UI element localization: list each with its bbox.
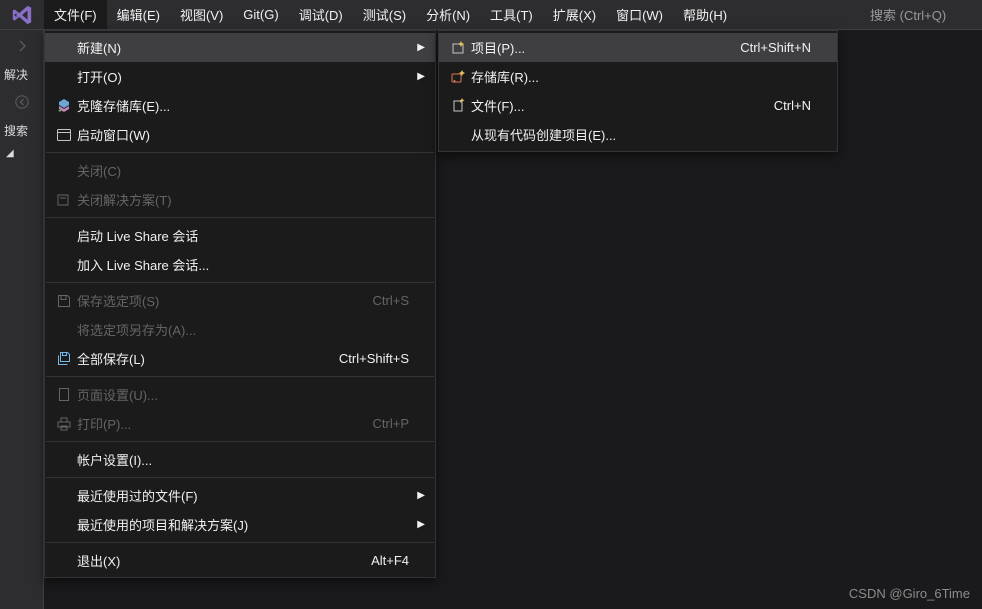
watermark-text: CSDN @Giro_6Time [849,586,970,601]
menuitem-open[interactable]: 打开(O) ▶ [45,62,435,91]
menuitem-label: 启动 Live Share 会话 [77,226,409,245]
menuitem-label: 存储库(R)... [471,67,811,86]
menu-analysis[interactable]: 分析(N) [416,0,480,29]
menuitem-label: 启动窗口(W) [77,125,409,144]
menuitem-recent-files[interactable]: 最近使用过的文件(F) ▶ [45,481,435,510]
menuitem-close-solution: 关闭解决方案(T) [45,185,435,214]
menuitem-page-setup: 页面设置(U)... [45,380,435,409]
menuitem-label: 克隆存储库(E)... [77,96,409,115]
menuitem-shortcut: Ctrl+P [373,416,409,431]
menuitem-label: 从现有代码创建项目(E)... [471,125,811,144]
menuitem-save-all[interactable]: 全部保存(L) Ctrl+Shift+S [45,344,435,373]
menu-separator [46,376,434,377]
menu-separator [46,542,434,543]
chevron-right-icon: ▶ [417,42,425,53]
menuitem-shortcut: Ctrl+S [373,293,409,308]
left-sidebar: 解决 搜索 ◢ [0,30,44,609]
menu-tools[interactable]: 工具(T) [480,0,543,29]
menuitem-close: 关闭(C) [45,156,435,185]
print-icon [51,416,77,432]
window-icon [51,127,77,143]
menuitem-account-settings[interactable]: 帐户设置(I)... [45,445,435,474]
new-repo-icon [445,69,471,85]
menuitem-shortcut: Alt+F4 [371,553,409,568]
menubar: 文件(F) 编辑(E) 视图(V) Git(G) 调试(D) 测试(S) 分析(… [0,0,982,30]
menu-window[interactable]: 窗口(W) [606,0,673,29]
menuitem-save-selected: 保存选定项(S) Ctrl+S [45,286,435,315]
menu-separator [46,152,434,153]
clone-icon [51,98,77,114]
menuitem-new[interactable]: 新建(N) ▶ [45,33,435,62]
menuitem-shortcut: Ctrl+Shift+N [740,40,811,55]
close-solution-icon [51,192,77,208]
menu-file[interactable]: 文件(F) [44,0,107,29]
menuitem-label: 最近使用过的文件(F) [77,486,409,505]
menu-debug[interactable]: 调试(D) [289,0,353,29]
menuitem-print: 打印(P)... Ctrl+P [45,409,435,438]
menu-separator [46,477,434,478]
menu-separator [46,217,434,218]
menu-help[interactable]: 帮助(H) [673,0,737,29]
collapse-triangle-icon[interactable]: ◢ [0,148,43,159]
search-input[interactable]: 搜索 (Ctrl+Q) [862,0,982,29]
chevron-right-icon: ▶ [417,490,425,501]
new-file-icon [445,98,471,114]
menuitem-label: 新建(N) [77,38,409,57]
menuitem-new-repo[interactable]: 存储库(R)... [439,62,837,91]
visual-studio-logo [0,0,44,29]
chevron-right-icon: ▶ [417,71,425,82]
sidebar-search-label[interactable]: 搜索 [0,116,43,144]
new-submenu: 项目(P)... Ctrl+Shift+N 存储库(R)... 文件(F)...… [438,30,838,152]
new-project-icon [445,40,471,56]
menuitem-start-window[interactable]: 启动窗口(W) [45,120,435,149]
menu-separator [46,282,434,283]
menuitem-label: 项目(P)... [471,38,716,57]
menuitem-label: 最近使用的项目和解决方案(J) [77,515,409,534]
menuitem-new-file[interactable]: 文件(F)... Ctrl+N [439,91,837,120]
nav-forward-icon[interactable] [14,32,30,60]
menuitem-label: 关闭解决方案(T) [77,190,409,209]
menuitem-label: 页面设置(U)... [77,385,409,404]
menu-git[interactable]: Git(G) [233,0,288,29]
nav-back-icon[interactable] [14,88,30,116]
menuitem-label: 帐户设置(I)... [77,450,409,469]
sidebar-solution-label[interactable]: 解决 [0,60,43,88]
page-setup-icon [51,387,77,403]
menuitem-label: 退出(X) [77,551,347,570]
menuitem-shortcut: Ctrl+Shift+S [339,351,409,366]
file-dropdown-menu: 新建(N) ▶ 打开(O) ▶ 克隆存储库(E)... 启动窗口(W) 关闭(C… [44,30,436,578]
menuitem-recent-projects[interactable]: 最近使用的项目和解决方案(J) ▶ [45,510,435,539]
menuitem-exit[interactable]: 退出(X) Alt+F4 [45,546,435,575]
menuitem-new-project[interactable]: 项目(P)... Ctrl+Shift+N [439,33,837,62]
menuitem-label: 将选定项另存为(A)... [77,320,409,339]
menu-extensions[interactable]: 扩展(X) [543,0,606,29]
menuitem-label: 打开(O) [77,67,409,86]
chevron-right-icon: ▶ [417,519,425,530]
menuitem-clone-repo[interactable]: 克隆存储库(E)... [45,91,435,120]
save-all-icon [51,351,77,367]
menuitem-label: 文件(F)... [471,96,750,115]
menubar-items: 文件(F) 编辑(E) 视图(V) Git(G) 调试(D) 测试(S) 分析(… [44,0,737,29]
menuitem-new-from-existing[interactable]: 从现有代码创建项目(E)... [439,120,837,149]
menuitem-label: 保存选定项(S) [77,291,349,310]
menuitem-start-liveshare[interactable]: 启动 Live Share 会话 [45,221,435,250]
menuitem-label: 加入 Live Share 会话... [77,255,409,274]
menuitem-label: 关闭(C) [77,161,409,180]
menu-edit[interactable]: 编辑(E) [107,0,170,29]
menuitem-shortcut: Ctrl+N [774,98,811,113]
save-icon [51,293,77,309]
menuitem-label: 打印(P)... [77,414,349,433]
menuitem-join-liveshare[interactable]: 加入 Live Share 会话... [45,250,435,279]
menu-test[interactable]: 测试(S) [353,0,416,29]
menu-separator [46,441,434,442]
menuitem-save-as: 将选定项另存为(A)... [45,315,435,344]
menuitem-label: 全部保存(L) [77,349,315,368]
menu-view[interactable]: 视图(V) [170,0,233,29]
